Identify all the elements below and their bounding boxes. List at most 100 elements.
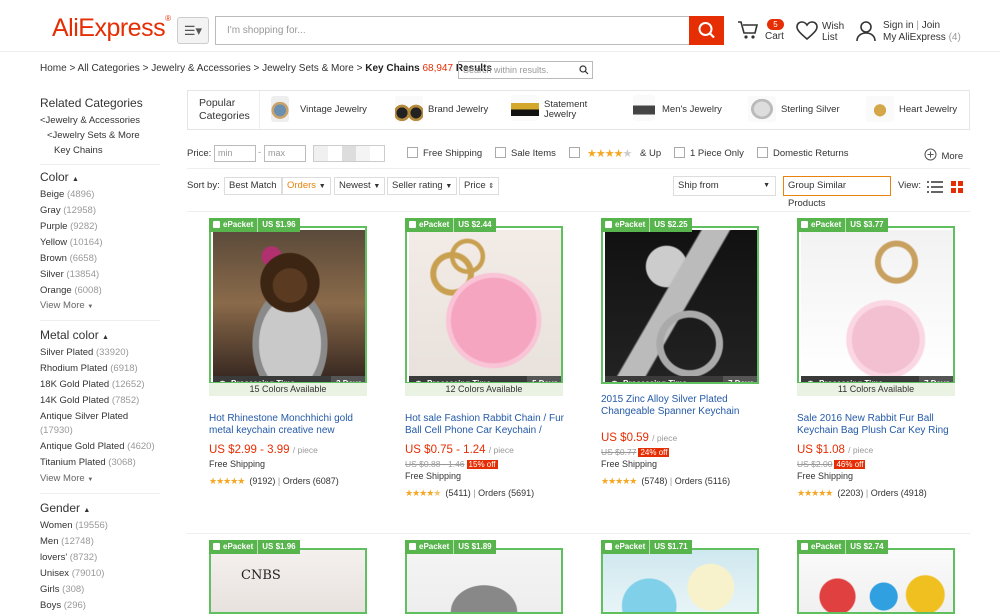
sale-items-checkbox[interactable]	[495, 147, 506, 158]
metal-color-option[interactable]: Antique Gold Plated (4620)	[40, 439, 160, 455]
search-input[interactable]: I'm shopping for...	[215, 16, 689, 45]
epacket-badge: ePacket US $1.89	[405, 540, 496, 554]
color-option[interactable]: Orange (6008)	[40, 283, 160, 299]
account-link[interactable]	[855, 20, 877, 47]
domestic-returns-checkbox[interactable]	[757, 147, 768, 158]
product-image[interactable]	[797, 548, 955, 614]
rating-and-up-label[interactable]: & Up	[640, 148, 661, 159]
rating-filter-stars[interactable]: ★★★★★	[587, 147, 632, 160]
grid-view-button[interactable]	[951, 180, 963, 198]
aliexpress-logo[interactable]: AliExpress®	[52, 14, 171, 43]
orders-count[interactable]: Orders (5691)	[478, 488, 534, 498]
metal-color-option[interactable]: 18K Gold Plated (12652)	[40, 377, 160, 393]
search-icon[interactable]	[579, 65, 589, 75]
breadcrumb-home[interactable]: Home	[40, 63, 67, 74]
rating-filter-checkbox[interactable]	[569, 147, 580, 158]
orders-count[interactable]: Orders (5116)	[675, 476, 730, 486]
related-category[interactable]: <Jewelry Sets & More	[40, 128, 160, 144]
wish-label[interactable]: Wish List	[822, 21, 844, 43]
product-title-link[interactable]: Sale 2016 New Rabbit Fur Ball Keychain B…	[797, 413, 957, 436]
list-view-button[interactable]	[927, 180, 943, 198]
free-shipping-label[interactable]: Free Shipping	[423, 148, 482, 159]
related-category[interactable]: <Jewelry & Accessories	[40, 113, 160, 129]
categories-menu-button[interactable]: ☰▾	[177, 17, 209, 44]
color-option[interactable]: Purple (9282)	[40, 219, 160, 235]
search-within-input[interactable]: Search within results.	[458, 61, 593, 79]
color-option-name: Orange	[40, 285, 72, 296]
gender-filter-title[interactable]: Gender ▲	[40, 501, 160, 515]
related-category[interactable]: Key Chains	[40, 143, 160, 159]
breadcrumb-jewelry[interactable]: Jewelry & Accessories	[151, 63, 250, 74]
wishlist-link[interactable]	[796, 21, 818, 46]
cart-link[interactable]	[737, 19, 759, 46]
product-card[interactable]: Processing Time ◷ 5 Days ePacket US $2.44…	[405, 218, 590, 528]
product-card[interactable]: Processing Time ◷ 7 Days ePacket US $2.25…	[601, 218, 786, 528]
color-option[interactable]: Brown (6658)	[40, 251, 160, 267]
color-view-more[interactable]: View More ▼	[40, 300, 160, 311]
rating-count[interactable]: (9192)	[249, 476, 275, 486]
rating-count[interactable]: (5748)	[641, 476, 667, 486]
original-price: US $2.00 46% off	[797, 459, 866, 469]
free-shipping-label: Free Shipping	[601, 459, 658, 469]
orders-count[interactable]: Orders (4918)	[871, 488, 927, 498]
product-image[interactable]: Processing Time ◷ 7 Days	[797, 226, 955, 384]
product-image[interactable]: CNBS	[209, 548, 367, 614]
product-image[interactable]: Processing Time ◷ 3 Days	[209, 226, 367, 384]
search-button[interactable]	[689, 16, 724, 45]
product-image[interactable]: Processing Time ◷ 7 Days	[601, 226, 759, 384]
domestic-returns-label[interactable]: Domestic Returns	[773, 148, 849, 159]
metal-view-more[interactable]: View More ▼	[40, 473, 160, 484]
ship-from-select[interactable]: Ship from ▼	[673, 176, 776, 196]
sort-best-match[interactable]: Best Match	[224, 177, 282, 195]
color-option[interactable]: Beige (4896)	[40, 187, 160, 203]
one-piece-checkbox[interactable]	[674, 147, 685, 158]
price-max-input[interactable]: max	[264, 145, 306, 162]
price-min-input[interactable]: min	[214, 145, 256, 162]
color-option[interactable]: Yellow (10164)	[40, 235, 160, 251]
orders-count[interactable]: Orders (6087)	[283, 476, 339, 486]
one-piece-label[interactable]: 1 Piece Only	[690, 148, 744, 159]
group-similar-products-button[interactable]: Group Similar Products	[783, 176, 891, 209]
product-title-link[interactable]: Hot sale Fashion Rabbit Chain / Fur Ball…	[405, 413, 565, 436]
product-title-link[interactable]: 2015 Zinc Alloy Silver Plated Changeable…	[601, 394, 761, 417]
metal-color-option[interactable]: Rhodium Plated (6918)	[40, 361, 160, 377]
metal-color-option[interactable]: Antique Silver Plated (17930)	[40, 409, 160, 439]
filter-sidebar: Related Categories <Jewelry & Accessorie…	[40, 96, 160, 614]
product-image[interactable]	[601, 548, 759, 614]
gender-option[interactable]: Unisex (79010)	[40, 566, 160, 582]
sign-in-link[interactable]: Sign in	[883, 20, 914, 31]
metal-color-option[interactable]: 14K Gold Plated (7852)	[40, 393, 160, 409]
price-range-histogram[interactable]	[313, 145, 385, 162]
product-title-link[interactable]: Hot Rhinestone Monchhichi gold metal key…	[209, 413, 369, 436]
product-card[interactable]: Processing Time ◷ 3 Days ePacket US $1.96…	[209, 218, 394, 528]
product-image[interactable]	[405, 548, 563, 614]
color-option[interactable]: Gray (12958)	[40, 203, 160, 219]
metal-color-option[interactable]: Titanium Plated (3068)	[40, 455, 160, 471]
cart-label[interactable]: Cart	[765, 31, 784, 42]
my-aliexpress-link[interactable]: My AliExpress (4)	[883, 32, 961, 43]
rating-count[interactable]: (2203)	[837, 488, 863, 498]
sort-price[interactable]: Price ⇕	[459, 177, 500, 195]
menu-icon: ☰▾	[183, 23, 203, 38]
product-image[interactable]: Processing Time ◷ 5 Days	[405, 226, 563, 384]
gender-option[interactable]: Boys (296)	[40, 598, 160, 614]
join-link[interactable]: Join	[922, 20, 940, 31]
gender-option[interactable]: Girls (308)	[40, 582, 160, 598]
color-filter-title[interactable]: Color ▲	[40, 170, 160, 184]
breadcrumb-all-categories[interactable]: All Categories	[78, 63, 140, 74]
gender-option[interactable]: Women (19556)	[40, 518, 160, 534]
rating-count[interactable]: (5411)	[445, 488, 470, 498]
gender-option[interactable]: Men (12748)	[40, 534, 160, 550]
metal-color-option[interactable]: Silver Plated (33920)	[40, 345, 160, 361]
sort-newest[interactable]: Newest ▼	[334, 177, 386, 195]
sale-items-label[interactable]: Sale Items	[511, 148, 556, 159]
color-option[interactable]: Silver (13854)	[40, 267, 160, 283]
free-shipping-checkbox[interactable]	[407, 147, 418, 158]
gender-option[interactable]: lovers' (8732)	[40, 550, 160, 566]
product-card[interactable]: Processing Time ◷ 7 Days ePacket US $3.77…	[797, 218, 982, 528]
metal-color-filter-title[interactable]: Metal color ▲	[40, 328, 160, 342]
breadcrumb-jewelry-sets[interactable]: Jewelry Sets & More	[262, 63, 354, 74]
sort-orders[interactable]: Orders ▼	[282, 177, 331, 195]
sort-seller-rating[interactable]: Seller rating ▼	[387, 177, 458, 195]
more-filters-button[interactable]: More	[924, 146, 963, 164]
